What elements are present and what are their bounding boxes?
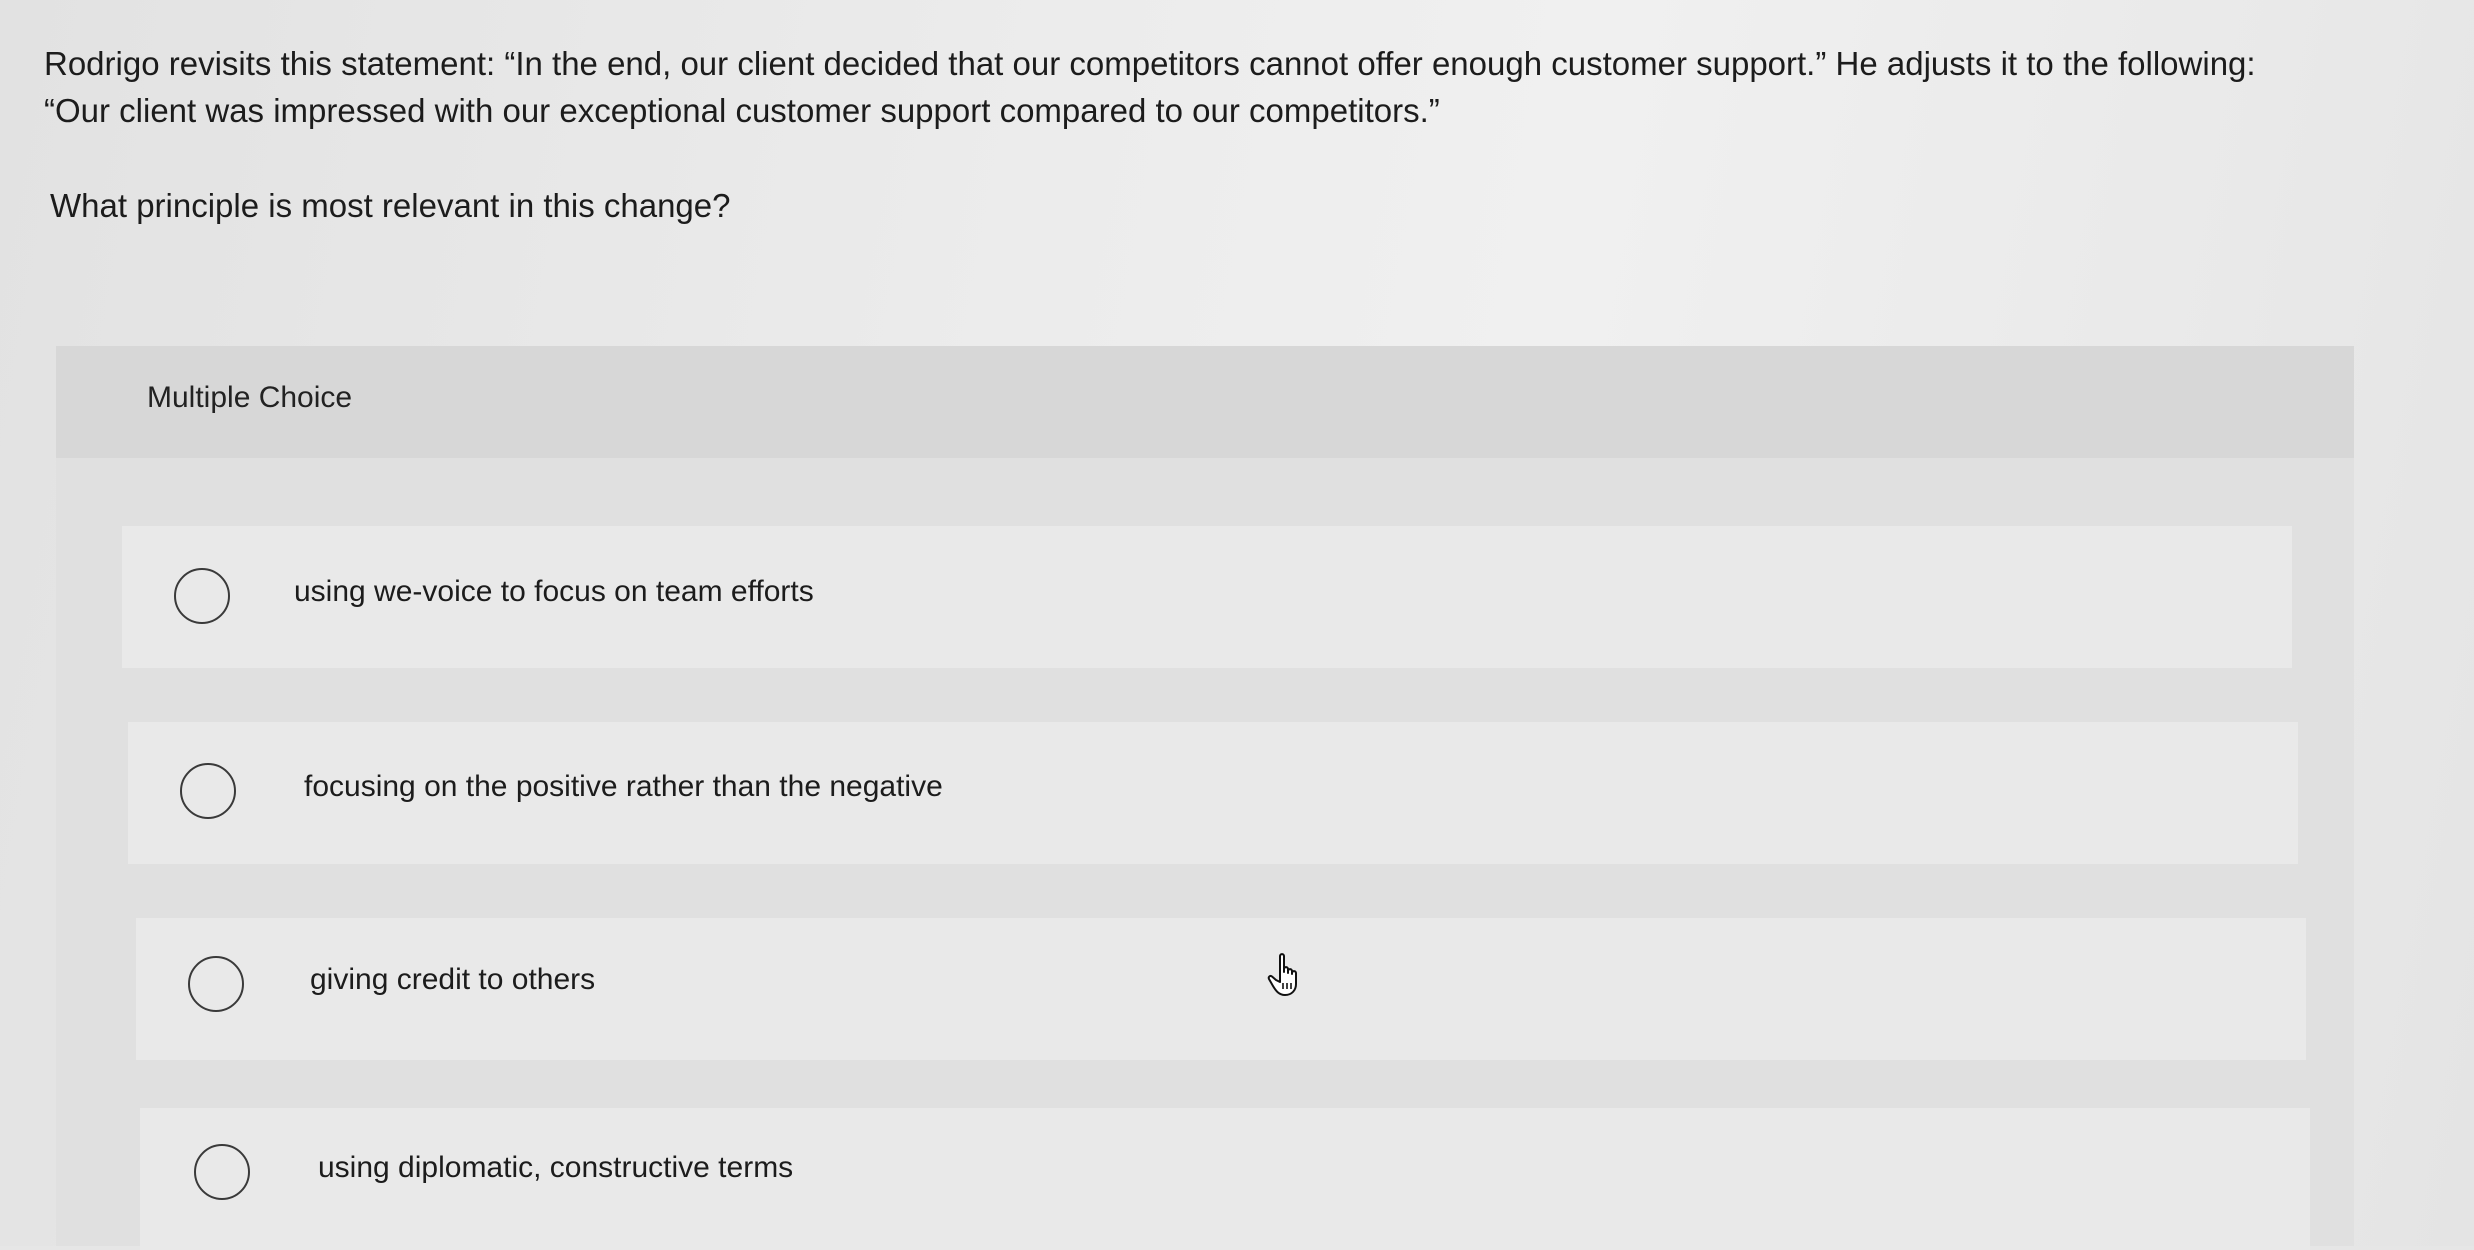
radio-button-1[interactable] [174,568,230,624]
multiple-choice-header: Multiple Choice [56,346,2354,458]
radio-button-2[interactable] [180,763,236,819]
radio-button-4[interactable] [194,1144,250,1200]
answer-option-1[interactable]: using we-voice to focus on team efforts [122,526,2292,668]
answer-option-label: giving credit to others [310,963,596,996]
question-prompt: What principle is most relevant in this … [50,187,731,224]
answer-option-label: using we-voice to focus on team efforts [294,575,814,608]
answer-option-4[interactable]: using diplomatic, constructive terms [140,1108,2310,1250]
quiz-page: Rodrigo revisits this statement: “In the… [0,0,2474,1250]
hand-pointer-icon [1267,953,1297,996]
question-statement-line-1: Rodrigo revisits this statement: “In the… [44,45,2256,82]
multiple-choice-panel: Multiple Choice using we-voice to focus … [56,346,2354,1250]
radio-button-3[interactable] [188,956,244,1012]
multiple-choice-options: using we-voice to focus on team efforts … [56,458,2354,1250]
answer-option-label: focusing on the positive rather than the… [304,770,943,803]
question-statement-line-2: “Our client was impressed with our excep… [44,92,1440,129]
answer-option-2[interactable]: focusing on the positive rather than the… [128,722,2298,864]
multiple-choice-title: Multiple Choice [147,381,353,414]
question-statement: Rodrigo revisits this statement: “In the… [44,40,2424,134]
answer-option-label: using diplomatic, constructive terms [318,1151,794,1184]
answer-option-3[interactable]: giving credit to others [136,918,2306,1060]
